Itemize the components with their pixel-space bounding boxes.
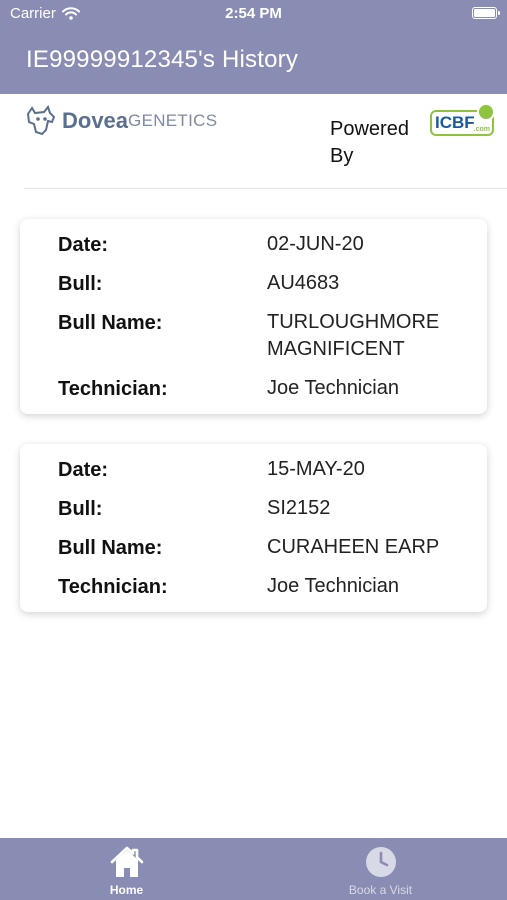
history-card[interactable]: Date: 02-JUN-20 Bull: AU4683 Bull Name: … [20, 219, 487, 414]
date-value: 02-JUN-20 [267, 233, 364, 255]
icbf-com: .com [473, 126, 490, 133]
page-title: IE99999912345's History [26, 46, 299, 73]
tab-book-a-visit[interactable]: Book a Visit [254, 838, 507, 900]
date-label: Date: [58, 459, 109, 481]
divider [24, 188, 507, 189]
battery-icon [472, 7, 500, 19]
bull-label: Bull: [58, 273, 103, 295]
tab-book-label: Book a Visit [348, 883, 413, 897]
house-icon [110, 846, 143, 877]
bull-value: SI2152 [267, 497, 331, 519]
bull-name-value: CURAHEEN EARP [267, 536, 440, 558]
status-time: 2:54 PM [225, 5, 282, 22]
technician-label: Technician: [58, 378, 168, 400]
icbf-logo: ICBF .com [430, 103, 495, 136]
history-card[interactable]: Date: 15-MAY-20 Bull: SI2152 Bull Name: … [20, 444, 487, 612]
tab-home-label: Home [109, 883, 144, 897]
clock-icon [365, 847, 396, 877]
date-value: 15-MAY-20 [267, 458, 365, 480]
bull-label: Bull: [58, 498, 103, 520]
cow-icon [26, 104, 56, 136]
technician-value: Joe Technician [267, 377, 399, 399]
powered-line-1: Powered [330, 118, 409, 140]
bull-value: AU4683 [267, 272, 340, 294]
powered-by-text: Powered By [330, 116, 420, 170]
icbf-word: ICBF [435, 113, 475, 132]
bull-name-value: TURLOUGHMORE MAGNIFICENT [267, 311, 440, 360]
powered-line-2: By [330, 145, 354, 167]
status-bar: Carrier 2:54 PM [0, 0, 507, 28]
technician-value: Joe Technician [267, 575, 399, 597]
icbf-bubble-icon [477, 103, 495, 121]
bull-name-label: Bull Name: [58, 537, 163, 559]
bull-name-label: Bull Name: [58, 312, 163, 334]
technician-label: Technician: [58, 576, 168, 598]
history-screen: Carrier 2:54 PM IE99999912345's History … [0, 0, 507, 900]
dovea-genetics-logo: Dovea GENETICS [24, 104, 217, 138]
date-label: Date: [58, 234, 109, 256]
genetics-word: GENETICS [128, 111, 218, 130]
nav-header: Carrier 2:54 PM IE99999912345's History [0, 0, 507, 94]
dovea-word: Dovea [62, 108, 129, 133]
tab-bar: Home Book a Visit [0, 838, 507, 900]
tab-home[interactable]: Home [0, 838, 253, 900]
